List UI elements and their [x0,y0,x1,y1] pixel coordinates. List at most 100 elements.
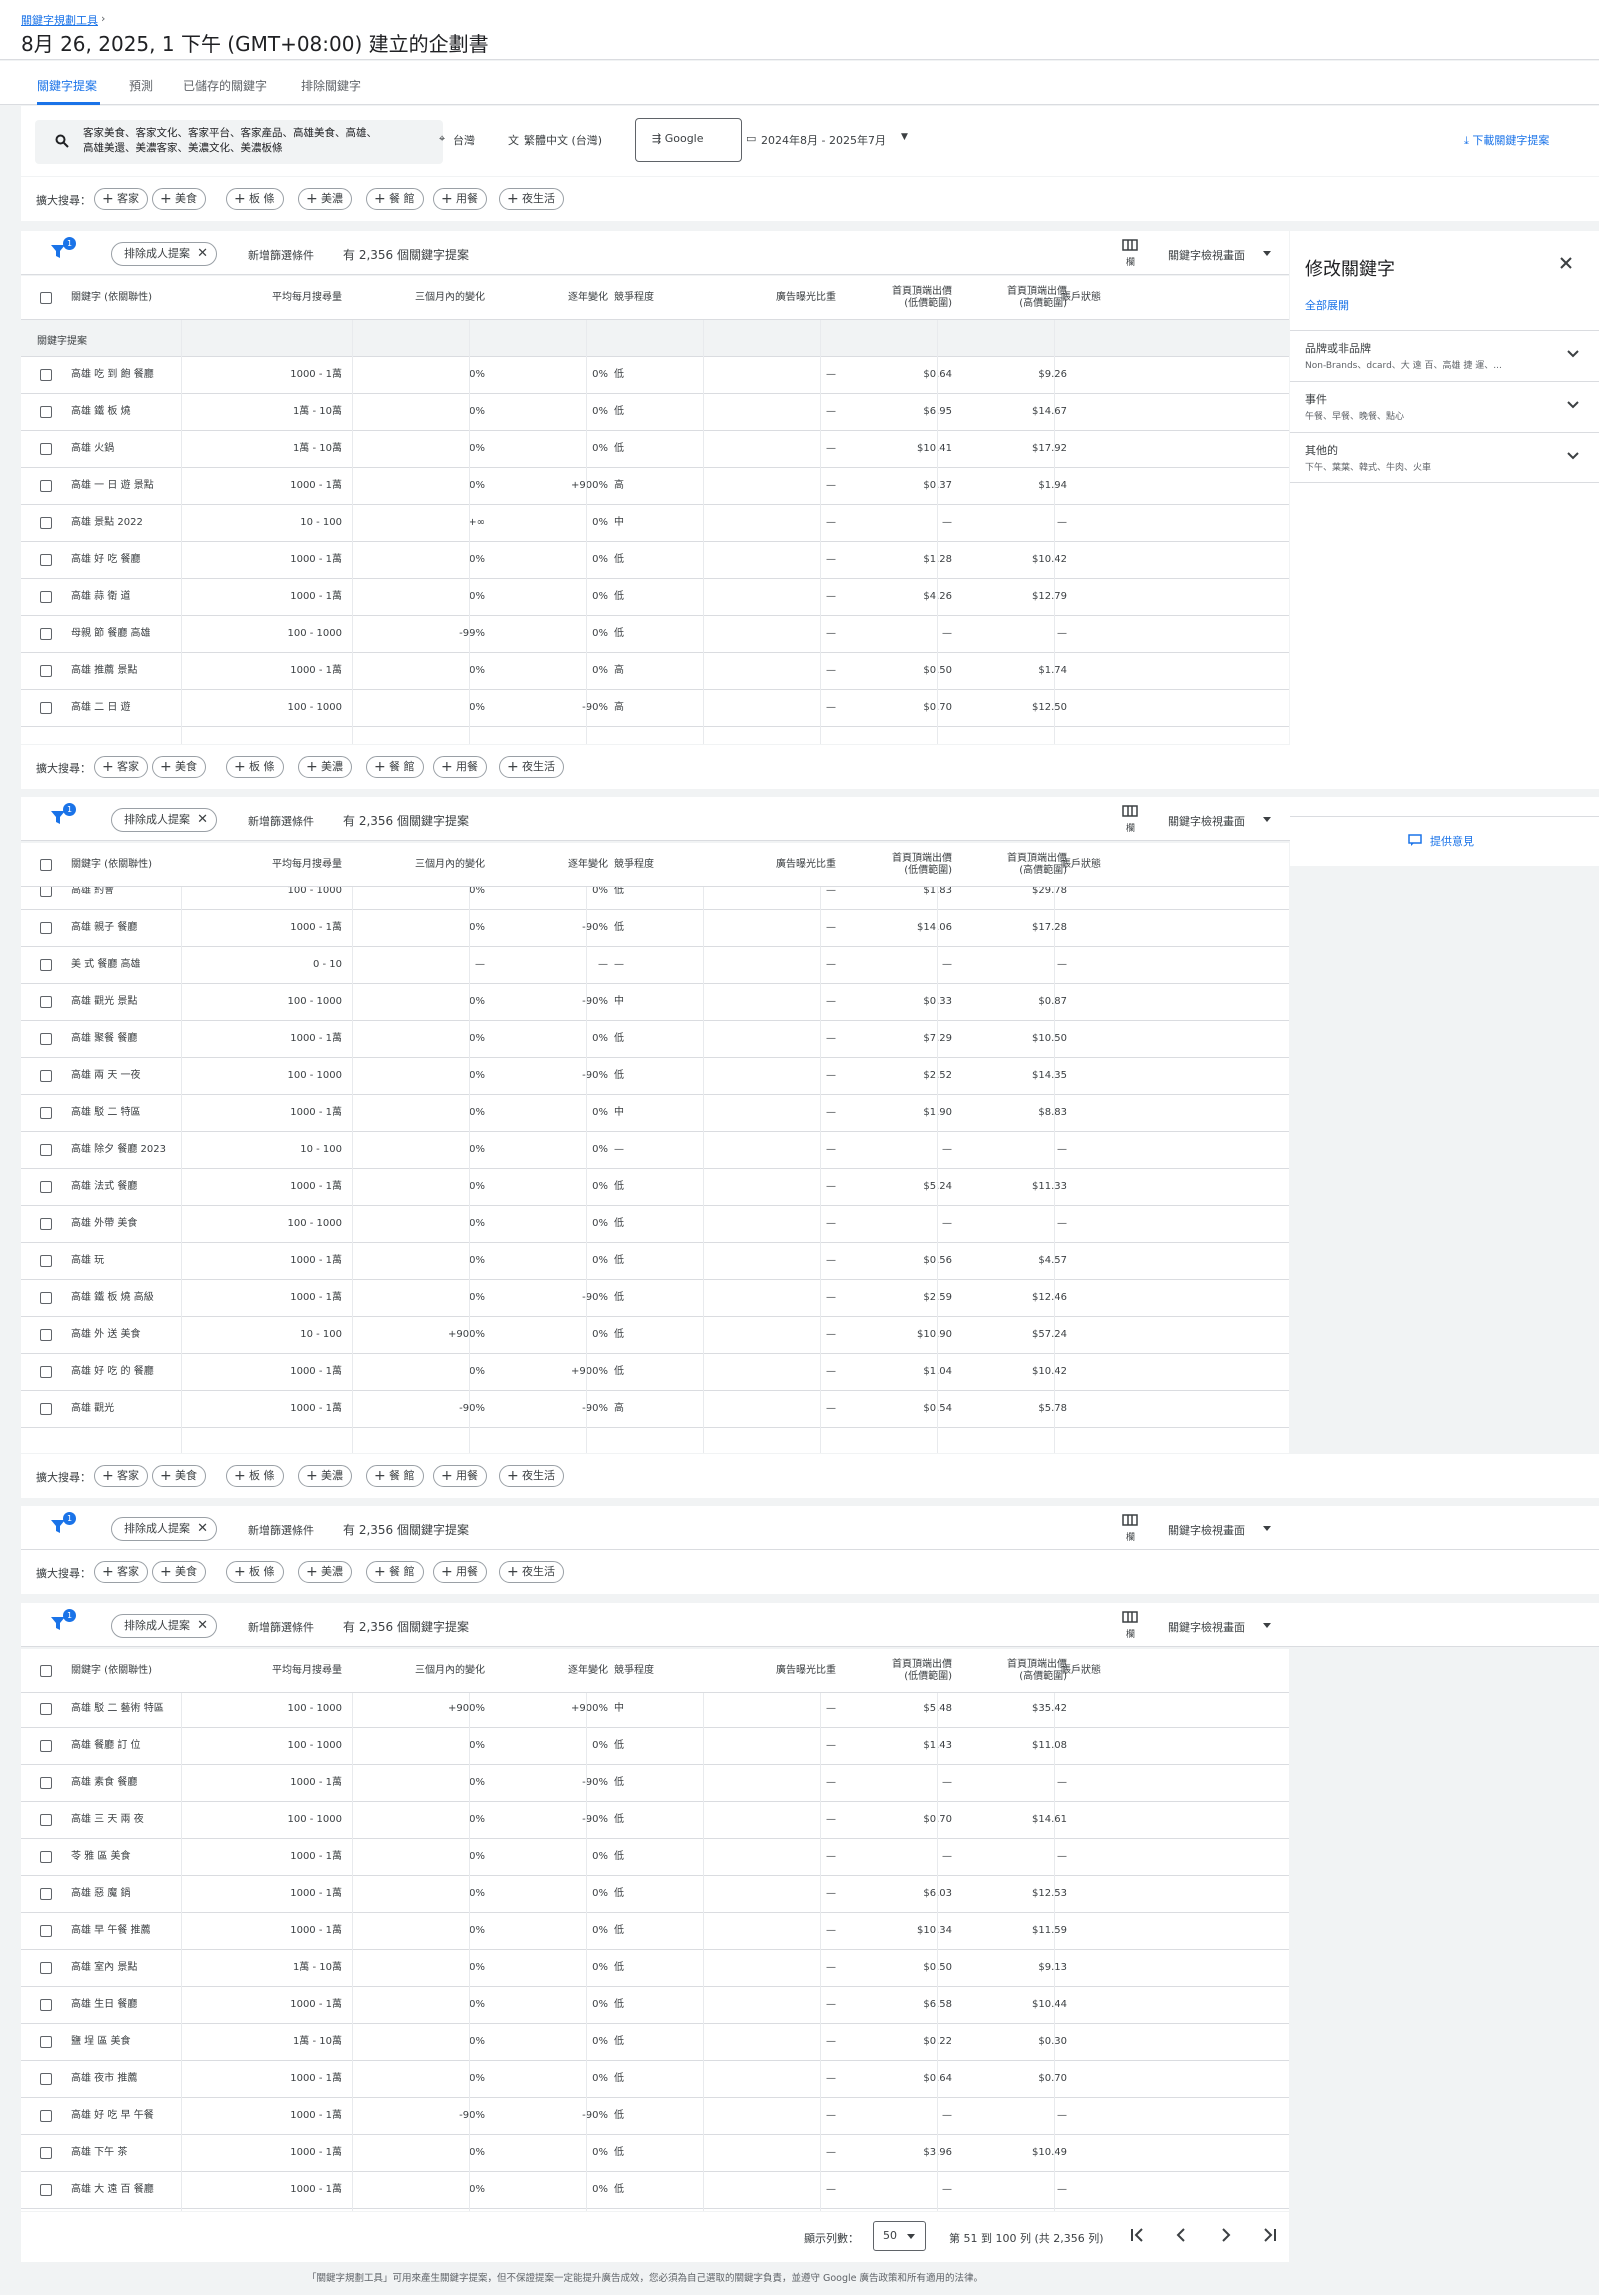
row-checkbox[interactable] [40,1255,52,1267]
date-range-selector[interactable]: 2024年8月 - 2025年7月 [761,132,886,148]
row-checkbox[interactable] [40,1366,52,1378]
table-row[interactable]: 高雄 好 吃 的 餐廳1000 - 1萬0%+900%低—$1.04$10.42 [21,1354,1289,1391]
table-row[interactable]: 高雄 餐廳 訂 位100 - 10000%0%低—$1.43$11.08 [21,1728,1289,1765]
next-page-icon[interactable] [1216,2225,1236,2245]
table-row[interactable]: 高雄 景點 2022 10 - 100 +∞ 0% 中 — — — [21,505,1289,542]
columns-icon[interactable] [1122,1611,1138,1623]
select-all-checkbox[interactable] [40,292,52,304]
expand-all-link[interactable]: 全部展開 [1305,297,1349,313]
row-checkbox[interactable] [40,2036,52,2048]
row-checkbox[interactable] [40,406,52,418]
broaden-chip[interactable]: + 餐 館 [366,188,424,210]
broaden-chip[interactable]: + 用餐 [433,1465,487,1487]
broaden-chip[interactable]: + 用餐 [433,1561,487,1583]
first-page-icon[interactable] [1128,2225,1148,2245]
header-keyword[interactable]: 關鍵字 (依關聯性) [71,276,191,320]
broaden-chip[interactable]: + 板 條 [226,756,284,778]
broaden-chip[interactable]: + 客家 [94,1561,148,1583]
row-checkbox[interactable] [40,1329,52,1341]
row-checkbox[interactable] [40,1144,52,1156]
row-checkbox[interactable] [40,2073,52,2085]
rows-per-page-select[interactable]: 50 [873,2221,926,2251]
row-checkbox[interactable] [40,443,52,455]
language-selector[interactable]: 繁體中文 (台灣) [524,132,602,148]
row-checkbox[interactable] [40,1703,52,1715]
close-icon[interactable]: ✕ [197,243,208,265]
table-row[interactable]: 高雄 蒜 衛 道1000 - 1萬0%0%低—$4.26$12.79 [21,579,1289,616]
location-selector[interactable]: 台灣 [453,132,475,148]
broaden-chip[interactable]: + 美濃 [298,756,352,778]
filter-funnel-icon[interactable] [51,811,65,825]
exclude-adult-filter-chip[interactable]: 排除成人提案 ✕ [111,1614,217,1638]
table-row[interactable]: 高雄 駁 二 藝術 特區100 - 1000+900%+900%中—$5.48$… [21,1691,1289,1728]
filter-funnel-icon[interactable] [51,1520,65,1534]
network-selector[interactable]: ⇶ Google [635,118,742,162]
row-checkbox[interactable] [40,1925,52,1937]
table-row[interactable]: 高雄 早 午餐 推薦 1000 - 1萬 0% 0% 低 — $10.34 $11.59 [21,1913,1289,1950]
tab-negative-keywords[interactable]: 排除關鍵字 [301,77,361,94]
table-row[interactable]: 高雄 鐵 板 燒1萬 - 10萬0%0%低—$6.95$14.67 [21,394,1289,431]
table-row[interactable]: 高雄 兩 天 一夜100 - 10000%-90%低—$2.52$14.35 [21,1058,1289,1095]
row-checkbox[interactable] [40,1292,52,1304]
table-row[interactable]: 高雄 吃 到 飽 餐廳1000 - 1萬0%0%低—$0.64$9.26 [21,357,1289,394]
row-checkbox[interactable] [40,480,52,492]
panel-section-event[interactable]: 事件 午餐、早餐、晚餐、點心 [1290,381,1599,432]
tab-saved-keywords[interactable]: 已儲存的關鍵字 [183,77,267,94]
table-row[interactable]: 鹽 埕 區 美食1萬 - 10萬0%0%低—$0.22$0.30 [21,2024,1289,2061]
columns-icon[interactable] [1122,239,1138,251]
breadcrumb-link[interactable]: 關鍵字規劃工具 [21,12,98,28]
row-checkbox[interactable] [40,1070,52,1082]
close-icon[interactable] [1558,255,1574,271]
table-row[interactable]: 高雄 法式 餐廳1000 - 1萬0%0%低—$5.24$11.33 [21,1169,1289,1206]
table-row[interactable]: 苓 雅 區 美食 1000 - 1萬 0% 0% 低 — — — [21,1839,1289,1876]
row-checkbox[interactable] [40,1107,52,1119]
download-keyword-ideas-button[interactable]: ⤓ 下載關鍵字提案 [1464,132,1549,148]
broaden-chip[interactable]: + 用餐 [433,756,487,778]
broaden-chip[interactable]: + 夜生活 [499,756,564,778]
row-checkbox[interactable] [40,1181,52,1193]
row-checkbox[interactable] [40,2184,52,2196]
row-checkbox[interactable] [40,2147,52,2159]
row-checkbox[interactable] [40,702,52,714]
table-row[interactable]: 高雄 室內 景點1萬 - 10萬0%0%低—$0.50$9.13 [21,1950,1289,1987]
filter-funnel-icon[interactable] [51,1617,65,1631]
table-row[interactable]: 高雄 除夕 餐廳 2023 10 - 100 0% 0% — — — — [21,1132,1289,1169]
panel-section-other[interactable]: 其他的 下午、葉葉、韓式、牛肉、火車 [1290,432,1599,483]
keyword-search-box[interactable]: 客家美食、客家文化、客家平台、客家產品、高雄美食、高雄、 高雄美還、美濃客家、美… [35,120,443,164]
table-row[interactable]: 高雄 夜市 推薦1000 - 1萬0%0%低—$0.64$0.70 [21,2061,1289,2098]
last-page-icon[interactable] [1259,2225,1279,2245]
row-checkbox[interactable] [40,1033,52,1045]
row-checkbox[interactable] [40,665,52,677]
add-filter-button[interactable]: 新增篩選條件 [248,813,314,829]
exclude-adult-filter-chip[interactable]: 排除成人提案 ✕ [111,242,217,266]
broaden-chip[interactable]: + 美濃 [298,1465,352,1487]
table-row[interactable]: 高雄 二 日 遊100 - 10000%-90%高—$0.70$12.50 [21,690,1289,727]
table-row[interactable]: 高雄 素食 餐廳 1000 - 1萬 0% -90% 低 — — — [21,1765,1289,1802]
table-row[interactable]: 高雄 好 吃 早 午餐 1000 - 1萬 -90% -90% 低 — — — [21,2098,1289,2135]
feedback-link[interactable]: 提供意見 [1430,833,1474,849]
row-checkbox[interactable] [40,1888,52,1900]
broaden-chip[interactable]: + 板 條 [226,1465,284,1487]
table-row[interactable]: 高雄 外 送 美食 10 - 100 +900% 0% 低 — $10.90 $57.24 [21,1317,1289,1354]
broaden-chip[interactable]: + 餐 館 [366,1465,424,1487]
table-row[interactable]: 高雄 大 遠 百 餐廳 1000 - 1萬 0% 0% 低 — — — [21,2172,1289,2209]
add-filter-button[interactable]: 新增篩選條件 [248,1619,314,1635]
row-checkbox[interactable] [40,591,52,603]
broaden-chip[interactable]: + 用餐 [433,188,487,210]
exclude-adult-filter-chip[interactable]: 排除成人提案 ✕ [111,808,217,832]
keyword-view-selector[interactable]: 關鍵字檢視畫面 [1168,247,1245,263]
table-row[interactable]: 高雄 下午 茶1000 - 1萬0%0%低—$3.96$10.49 [21,2135,1289,2172]
table-row[interactable]: 高雄 駁 二 特區1000 - 1萬0%0%中—$1.90$8.83 [21,1095,1289,1132]
broaden-chip[interactable]: + 客家 [94,756,148,778]
table-row[interactable]: 美 式 餐廳 高雄 0 - 10— — — — — — [21,947,1289,984]
previous-page-icon[interactable] [1171,2225,1191,2245]
broaden-chip[interactable]: + 夜生活 [499,1561,564,1583]
row-checkbox[interactable] [40,1777,52,1789]
panel-section-brand[interactable]: 品牌或非品牌 Non-Brands、dcard、大 遠 百、高雄 捷 運、... [1290,330,1599,381]
row-checkbox[interactable] [40,922,52,934]
row-checkbox[interactable] [40,996,52,1008]
tab-forecast[interactable]: 預測 [129,77,153,94]
table-row[interactable]: 高雄 聚餐 餐廳1000 - 1萬0%0%低—$7.29$10.50 [21,1021,1289,1058]
table-row[interactable]: 高雄 觀光1000 - 1萬-90%-90%高—$0.54$5.78 [21,1391,1289,1428]
header-keyword[interactable]: 關鍵字 (依關聯性) [71,843,191,887]
